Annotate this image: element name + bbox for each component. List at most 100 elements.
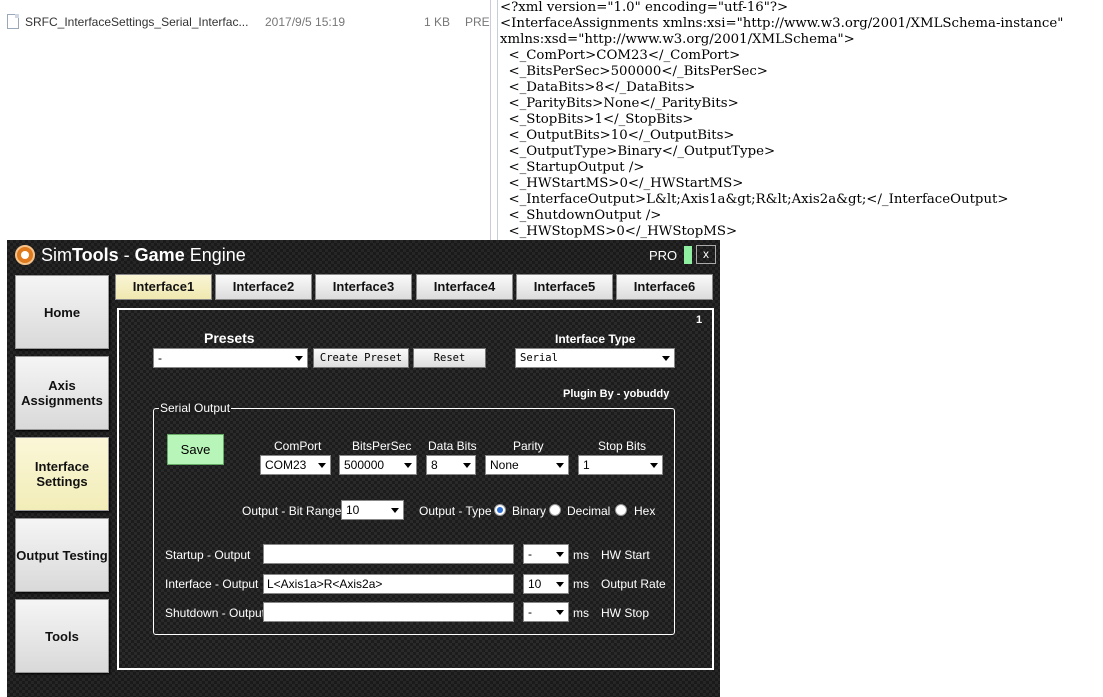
shutdown-output-label: Shutdown - Output — [165, 606, 266, 620]
databits-label: Data Bits — [428, 439, 477, 453]
xml-line: xmlns:xsd="http://www.w3.org/2001/XMLSch… — [500, 32, 855, 47]
comport-value: COM23 — [265, 458, 307, 472]
xml-line: <_OutputBits>10</_OutputBits> — [500, 128, 735, 143]
presets-value: - — [158, 351, 162, 365]
output-rate-ms-select[interactable]: 10 — [523, 574, 569, 594]
pro-label: PRO — [649, 248, 678, 263]
xml-line: <_InterfaceOutput>L&lt;Axis1a&gt;R&lt;Ax… — [500, 192, 1009, 207]
bitspersec-label: BitsPerSec — [352, 439, 412, 453]
chevron-down-icon — [391, 508, 399, 513]
file-icon — [7, 14, 19, 29]
title-separator: - — [118, 245, 135, 265]
comport-select[interactable]: COM23 — [260, 455, 331, 475]
window-title: SimTools - Game Engine — [41, 245, 246, 266]
databits-value: 8 — [431, 458, 438, 472]
interface-output-label: Interface - Output — [165, 577, 259, 591]
ms-label: ms — [573, 577, 589, 591]
hex-radio[interactable] — [615, 504, 627, 516]
tab-interface6[interactable]: Interface6 — [616, 274, 713, 300]
serial-output-group — [153, 408, 675, 635]
chevron-down-icon — [295, 356, 303, 361]
close-button[interactable]: x — [696, 245, 716, 264]
shutdown-output-input[interactable] — [263, 602, 514, 622]
nav-tools-button[interactable]: Tools — [15, 599, 109, 673]
tab-interface4[interactable]: Interface4 — [416, 274, 513, 300]
bit-range-select[interactable]: 10 — [341, 500, 404, 520]
reset-button[interactable]: Reset — [413, 348, 486, 368]
xml-line: <_StartupOutput /> — [500, 160, 645, 175]
interface-type-select[interactable]: Serial — [515, 348, 675, 368]
ms-label: ms — [573, 548, 589, 562]
hex-label: Hex — [634, 504, 656, 518]
file-name: SRFC_InterfaceSettings_Serial_Interfac..… — [25, 15, 249, 29]
interface-type-value: Serial — [520, 352, 558, 364]
parity-select[interactable]: None — [485, 455, 569, 475]
file-size: 1 KB — [424, 15, 451, 29]
nav-output-testing-button[interactable]: Output Testing — [15, 518, 109, 592]
bit-range-label: Output - Bit Range — [242, 504, 342, 518]
databits-select[interactable]: 8 — [426, 455, 476, 475]
interface-settings-panel: 1 Presets - Create Preset Reset Interfac… — [117, 308, 714, 670]
tab-interface2[interactable]: Interface2 — [215, 274, 312, 300]
file-list-row[interactable]: SRFC_InterfaceSettings_Serial_Interfac..… — [0, 0, 490, 46]
output-rate-label: Output Rate — [601, 577, 666, 591]
comport-label: ComPort — [274, 439, 322, 453]
interface-output-input[interactable]: L<Axis1a>R<Axis2a> — [263, 574, 514, 594]
decimal-label: Decimal — [567, 504, 611, 518]
bitspersec-select[interactable]: 500000 — [339, 455, 417, 475]
presets-select[interactable]: - — [153, 348, 308, 368]
startup-output-label: Startup - Output — [165, 548, 251, 562]
stopbits-label: Stop Bits — [598, 439, 647, 453]
xml-line: <_OutputType>Binary</_OutputType> — [500, 144, 776, 159]
chevron-down-icon — [662, 356, 670, 361]
ms-label: ms — [573, 606, 589, 620]
file-type: PRE — [465, 15, 490, 29]
nav-interface-settings-button[interactable]: Interface Settings — [15, 437, 109, 511]
parity-value: None — [490, 458, 519, 472]
tab-interface1[interactable]: Interface1 — [115, 274, 212, 300]
output-rate-ms-value: 10 — [528, 577, 542, 591]
chevron-down-icon — [650, 463, 658, 468]
bitspersec-value: 500000 — [344, 458, 385, 472]
tab-interface3[interactable]: Interface3 — [315, 274, 412, 300]
simtools-window: SimTools - Game Engine PRO x Home Axis A… — [7, 240, 720, 697]
xml-line: <_ParityBits>None</_ParityBits> — [500, 96, 739, 111]
decimal-radio[interactable] — [549, 504, 561, 516]
title-tools: Tools — [72, 245, 119, 265]
nav-axis-assignments-button[interactable]: Axis Assignments — [15, 356, 109, 430]
binary-label: Binary — [512, 504, 547, 518]
plugin-author: Plugin By - yobuddy — [563, 388, 670, 400]
page-number: 1 — [696, 314, 703, 326]
output-type-label: Output - Type — [419, 504, 492, 518]
title-game: Game — [134, 245, 185, 265]
tab-interface5[interactable]: Interface5 — [516, 274, 613, 300]
xml-line: <_ComPort>COM23</_ComPort> — [500, 48, 741, 63]
stopbits-value: 1 — [583, 458, 590, 472]
hw-stop-ms-select[interactable]: - — [523, 602, 569, 622]
title-sim: Sim — [41, 245, 72, 265]
bit-range-value: 10 — [346, 503, 360, 517]
xml-line: <_HWStopMS>0</_HWStopMS> — [500, 224, 738, 239]
parity-label: Parity — [513, 439, 544, 453]
xml-content: <?xml version="1.0" encoding="utf-16"?> <… — [500, 0, 1063, 256]
file-date: 2017/9/5 15:19 — [265, 15, 346, 29]
save-button[interactable]: Save — [167, 434, 224, 465]
stopbits-select[interactable]: 1 — [578, 455, 663, 475]
xml-line: <_DataBits>8</_DataBits> — [500, 80, 696, 95]
hw-start-ms-select[interactable]: - — [523, 544, 569, 564]
xml-line: <?xml version="1.0" encoding="utf-16"?> — [500, 0, 789, 15]
title-bar[interactable]: SimTools - Game Engine PRO x — [7, 240, 720, 270]
xml-line: <InterfaceAssignments xmlns:xsi="http://… — [500, 16, 1064, 31]
hw-stop-ms-value: - — [528, 605, 532, 619]
create-preset-button[interactable]: Create Preset — [313, 348, 409, 368]
hw-start-ms-value: - — [528, 547, 532, 561]
hw-start-label: HW Start — [601, 548, 650, 562]
chevron-down-icon — [318, 463, 326, 468]
presets-label: Presets — [204, 330, 255, 346]
binary-radio[interactable] — [494, 504, 506, 516]
nav-home-button[interactable]: Home — [15, 275, 109, 349]
xml-line: <_ShutdownOutput /> — [500, 208, 662, 223]
pro-indicator — [684, 246, 692, 264]
startup-output-input[interactable] — [263, 544, 514, 564]
chevron-down-icon — [556, 610, 564, 615]
